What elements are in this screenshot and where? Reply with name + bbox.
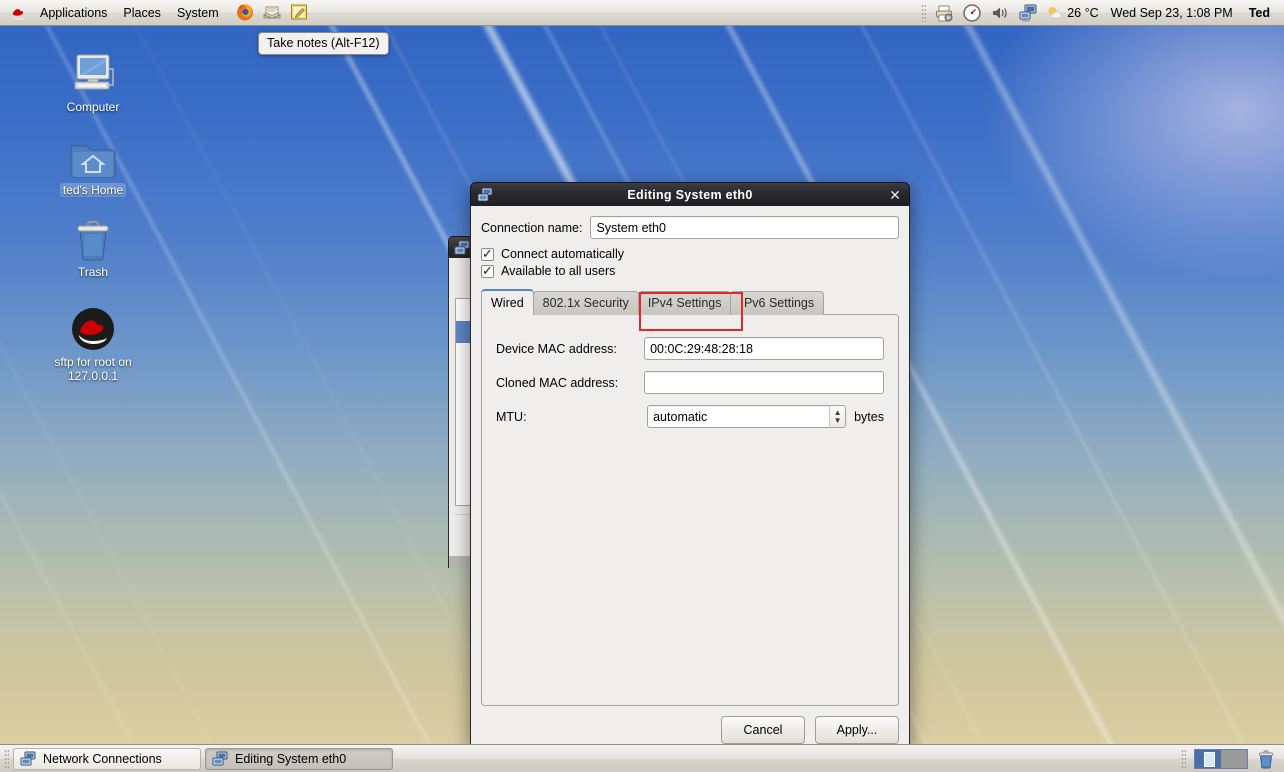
device-mac-row: Device MAC address:: [496, 337, 884, 360]
desktop-icon-label: ted's Home: [60, 183, 126, 197]
desktop-icon-home[interactable]: ted's Home: [28, 128, 158, 197]
desktop-icon-trash[interactable]: Trash: [28, 210, 158, 279]
network-icon[interactable]: [1018, 3, 1038, 23]
task-label: Network Connections: [43, 752, 162, 766]
desktop-icon-sftp[interactable]: sftp for root on 127.0.0.1: [28, 300, 158, 383]
connection-name-row: Connection name:: [481, 216, 899, 239]
editing-system-eth0-dialog[interactable]: Editing System eth0 ✕ Connection name: C…: [470, 182, 910, 746]
wired-tab-panel: Device MAC address: Cloned MAC address: …: [481, 314, 899, 706]
settings-tabs-wrapper: Wired 802.1x Security IPv4 Settings IPv6…: [481, 289, 899, 706]
mtu-row: MTU: ▲ ▼ bytes: [496, 405, 884, 428]
tooltip: Take notes (Alt-F12): [258, 32, 389, 55]
clock-applet[interactable]: Wed Sep 23, 1:08 PM: [1107, 6, 1237, 20]
desktop-icon-label: Trash: [75, 265, 111, 279]
workspace-1[interactable]: [1195, 750, 1221, 768]
connection-name-input[interactable]: [590, 216, 899, 239]
screen: Computer ted's Home Trash: [0, 0, 1284, 772]
workspace-2[interactable]: [1221, 750, 1247, 768]
menu-places[interactable]: Places: [115, 2, 169, 24]
menu-applications[interactable]: Applications: [32, 2, 115, 24]
network-connections-icon: [20, 751, 36, 767]
partly-cloudy-icon: [1046, 5, 1064, 21]
device-mac-input[interactable]: [644, 337, 884, 360]
mail-icon[interactable]: [262, 2, 284, 24]
printer-icon[interactable]: [934, 3, 954, 23]
top-panel: Applications Places System: [0, 0, 1284, 26]
panel-handle[interactable]: [921, 4, 926, 22]
computer-icon: [28, 45, 158, 97]
firefox-icon[interactable]: [235, 2, 257, 24]
mtu-stepper-buttons[interactable]: ▲ ▼: [829, 405, 846, 428]
task-label: Editing System eth0: [235, 752, 346, 766]
dialog-actions: Cancel Apply...: [481, 706, 899, 744]
redhat-menu-icon[interactable]: [10, 4, 28, 22]
trash-icon: [28, 210, 158, 262]
checkbox-box: [481, 248, 494, 261]
connection-name-label: Connection name:: [481, 221, 582, 235]
dialog-title-text: Editing System eth0: [471, 188, 909, 202]
connect-automatically-checkbox[interactable]: Connect automatically: [481, 247, 899, 261]
checkbox-box: [481, 265, 494, 278]
desktop-icon-label: Computer: [64, 100, 123, 114]
panel-launchers: [235, 2, 311, 24]
tab-label: Wired: [491, 296, 524, 310]
tab-wired[interactable]: Wired: [481, 289, 534, 315]
cloned-mac-label: Cloned MAC address:: [496, 376, 644, 390]
tab-label: 802.1x Security: [543, 296, 629, 310]
user-menu[interactable]: Ted: [1245, 6, 1278, 20]
network-connections-icon: [454, 240, 470, 256]
checkbox-label: Connect automatically: [501, 247, 624, 261]
tab-8021x-security[interactable]: 802.1x Security: [533, 291, 639, 315]
weather-applet[interactable]: 26 °C: [1046, 5, 1098, 21]
menu-system[interactable]: System: [169, 2, 227, 24]
tab-label: IPv4 Settings: [648, 296, 722, 310]
available-to-all-users-checkbox[interactable]: Available to all users: [481, 264, 899, 278]
cancel-button[interactable]: Cancel: [721, 716, 805, 744]
checkbox-label: Available to all users: [501, 264, 615, 278]
close-icon[interactable]: ✕: [887, 188, 903, 202]
dialog-body: Connection name: Connect automatically A…: [470, 206, 910, 746]
cloned-mac-input[interactable]: [644, 371, 884, 394]
panel-handle[interactable]: [1181, 749, 1186, 769]
desktop-icon-label: sftp for root on 127.0.0.1: [28, 355, 158, 383]
panel-tray: 26 °C Wed Sep 23, 1:08 PM Ted: [921, 0, 1284, 26]
chevron-down-icon[interactable]: ▼: [834, 417, 842, 425]
bottom-panel-tray: [1181, 749, 1280, 769]
redhat-icon: [28, 300, 158, 352]
network-connections-icon: [212, 751, 228, 767]
cloned-mac-row: Cloned MAC address:: [496, 371, 884, 394]
tab-ipv6-settings[interactable]: IPv6 Settings: [730, 291, 824, 315]
dialog-titlebar[interactable]: Editing System eth0 ✕: [470, 182, 910, 206]
mtu-units-label: bytes: [854, 410, 884, 424]
apply-button[interactable]: Apply...: [815, 716, 899, 744]
panel-menubar: Applications Places System: [32, 0, 227, 26]
bottom-panel: Network Connections Editing System eth0: [0, 744, 1284, 772]
device-mac-label: Device MAC address:: [496, 342, 644, 356]
workspace-switcher[interactable]: [1194, 749, 1248, 769]
weather-temperature: 26 °C: [1067, 6, 1098, 20]
notes-icon[interactable]: [289, 2, 311, 24]
gauge-icon[interactable]: [962, 3, 982, 23]
panel-handle[interactable]: [4, 749, 9, 769]
settings-tabs: Wired 802.1x Security IPv4 Settings IPv6…: [481, 289, 899, 315]
network-connections-icon: [477, 187, 493, 203]
tab-ipv4-settings[interactable]: IPv4 Settings: [638, 291, 732, 315]
taskbar-editing-system-eth0[interactable]: Editing System eth0: [205, 748, 393, 770]
mtu-spinner[interactable]: ▲ ▼: [647, 405, 846, 428]
volume-icon[interactable]: [990, 3, 1010, 23]
taskbar-network-connections[interactable]: Network Connections: [13, 748, 201, 770]
home-folder-icon: [28, 128, 158, 180]
desktop-icon-computer[interactable]: Computer: [28, 45, 158, 114]
tab-label: IPv6 Settings: [740, 296, 814, 310]
mtu-label: MTU:: [496, 410, 647, 424]
mtu-input[interactable]: [647, 405, 829, 428]
trash-applet-icon[interactable]: [1256, 749, 1276, 769]
